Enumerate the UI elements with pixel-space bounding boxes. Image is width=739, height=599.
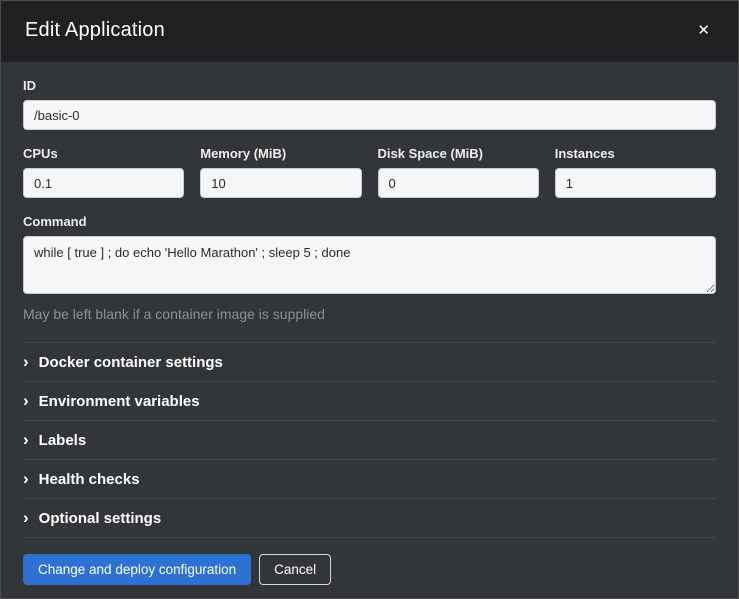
modal-body: ID CPUs Memory (MiB) Disk Space (MiB) In… <box>1 62 738 538</box>
section-label: Optional settings <box>39 510 162 527</box>
disk-label: Disk Space (MiB) <box>378 146 539 161</box>
close-button[interactable]: ✕ <box>693 21 714 40</box>
id-label: ID <box>23 78 716 93</box>
chevron-right-icon: › <box>23 392 29 409</box>
modal-footer: Change and deploy configuration Cancel <box>1 538 738 599</box>
id-input[interactable] <box>23 100 716 130</box>
section-optional-settings[interactable]: › Optional settings <box>23 498 716 537</box>
section-label: Labels <box>39 432 87 449</box>
modal-header: Edit Application ✕ <box>1 1 738 62</box>
section-label: Health checks <box>39 471 140 488</box>
memory-label: Memory (MiB) <box>200 146 361 161</box>
chevron-right-icon: › <box>23 353 29 370</box>
chevron-right-icon: › <box>23 509 29 526</box>
close-icon: ✕ <box>697 22 710 39</box>
edit-application-modal: Edit Application ✕ ID CPUs Memory (MiB) … <box>0 0 739 599</box>
modal-title: Edit Application <box>25 19 165 42</box>
instances-label: Instances <box>555 146 716 161</box>
command-label: Command <box>23 214 716 229</box>
memory-input[interactable] <box>200 168 361 198</box>
memory-field-group: Memory (MiB) <box>200 146 361 198</box>
command-textarea[interactable]: while [ true ] ; do echo 'Hello Marathon… <box>23 236 716 294</box>
cpus-field-group: CPUs <box>23 146 184 198</box>
change-and-deploy-button[interactable]: Change and deploy configuration <box>23 554 251 585</box>
section-health-checks[interactable]: › Health checks <box>23 459 716 498</box>
section-docker-container-settings[interactable]: › Docker container settings <box>23 342 716 381</box>
instances-field-group: Instances <box>555 146 716 198</box>
id-field-group: ID <box>23 78 716 130</box>
command-help-text: May be left blank if a container image i… <box>23 306 716 322</box>
section-label: Environment variables <box>39 393 200 410</box>
section-label: Docker container settings <box>39 354 223 371</box>
section-environment-variables[interactable]: › Environment variables <box>23 381 716 420</box>
accordion-sections: › Docker container settings › Environmen… <box>23 342 716 538</box>
disk-input[interactable] <box>378 168 539 198</box>
resources-row: CPUs Memory (MiB) Disk Space (MiB) Insta… <box>23 146 716 198</box>
section-labels[interactable]: › Labels <box>23 420 716 459</box>
cancel-button[interactable]: Cancel <box>259 554 331 585</box>
chevron-right-icon: › <box>23 431 29 448</box>
cpus-input[interactable] <box>23 168 184 198</box>
cpus-label: CPUs <box>23 146 184 161</box>
disk-field-group: Disk Space (MiB) <box>378 146 539 198</box>
chevron-right-icon: › <box>23 470 29 487</box>
instances-input[interactable] <box>555 168 716 198</box>
command-field-group: Command while [ true ] ; do echo 'Hello … <box>23 214 716 322</box>
